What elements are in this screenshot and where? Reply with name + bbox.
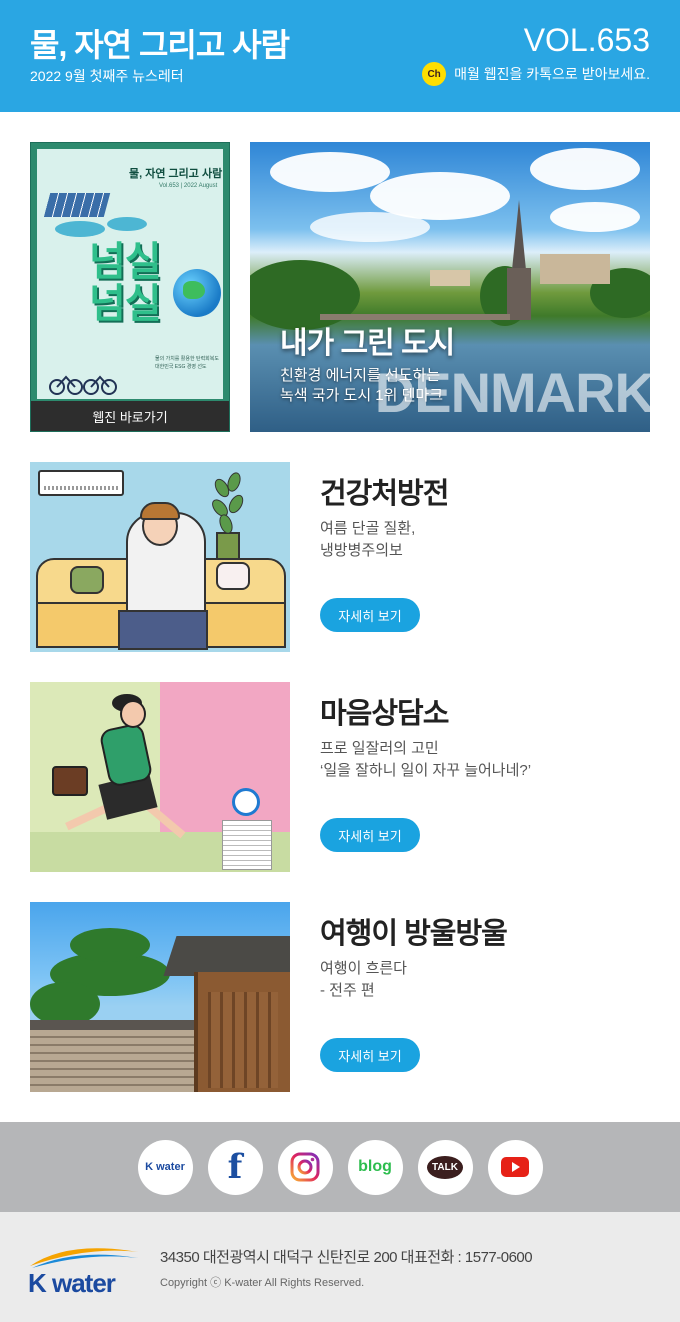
- hanok-roof: [163, 936, 290, 976]
- air-conditioner-icon: [38, 470, 124, 496]
- newsletter-date: 2022 9월 첫째주 뉴스레터: [30, 68, 184, 84]
- article-travel: 여행이 방울방울 여행이 흐른다 - 전주 편 자세히 보기: [30, 902, 650, 1092]
- head: [120, 700, 146, 728]
- jeans: [118, 610, 208, 650]
- church-tower: [507, 268, 531, 320]
- volume-number: VOL.653: [523, 22, 650, 58]
- kakao-channel-icon: Ch: [422, 62, 447, 86]
- plant-icon: [216, 532, 240, 560]
- footer: K water 34350 대전광역시 대덕구 신탄진로 200 대표전화 : …: [0, 1212, 680, 1322]
- facebook-icon[interactable]: f: [207, 1139, 263, 1195]
- kakaotalk-icon[interactable]: TALK: [417, 1139, 473, 1195]
- kwater-logo-text: K water: [28, 1268, 116, 1298]
- paper-stack-icon: [222, 820, 272, 870]
- hair: [140, 502, 180, 520]
- article-thumbnail-health[interactable]: [30, 462, 290, 652]
- kwater-home-icon[interactable]: K water: [137, 1139, 193, 1195]
- youtube-glyph: [501, 1157, 529, 1177]
- talk-glyph: TALK: [427, 1155, 463, 1179]
- article-counseling: 마음상담소 프로 일잘러의 고민 ‘일을 잘하니 일이 자꾸 늘어나네?’ 자세…: [30, 682, 650, 872]
- read-more-button[interactable]: 자세히 보기: [320, 818, 420, 852]
- article-thumbnail-counseling[interactable]: [30, 682, 290, 872]
- denmark-watermark: DENMARK: [374, 361, 650, 424]
- pillow: [70, 566, 104, 594]
- read-more-button[interactable]: 자세히 보기: [320, 1038, 420, 1072]
- cover-headline-line-2: 넘실: [89, 282, 162, 326]
- instagram-icon[interactable]: [277, 1139, 333, 1195]
- article-description: 프로 일잘러의 고민 ‘일을 잘하니 일이 자꾸 늘어나네?’: [320, 740, 532, 779]
- cover-headline: 넘실 넘실: [89, 240, 162, 326]
- running-woman-illustration: [98, 722, 154, 788]
- instagram-glyph: [290, 1152, 320, 1182]
- footer-address: 34350 대전광역시 대덕구 신탄진로 200 대표전화 : 1577-060…: [160, 1249, 533, 1266]
- church-spire: [512, 200, 526, 270]
- feature-denmark-banner[interactable]: 내가 그린 도시 친환경 에너지를 선도하는 녹색 국가 도시 1위 덴마크 D…: [250, 142, 650, 432]
- blog-icon[interactable]: blog: [347, 1139, 403, 1195]
- read-more-button[interactable]: 자세히 보기: [320, 598, 420, 632]
- cover-description: 물의 가치를 활용한 탄력회복도 대한민국 ESG 경영 선도: [155, 356, 219, 370]
- kwater-logo-wave-icon: [30, 1248, 138, 1268]
- article-description: 여행이 흐른다 - 전주 편: [320, 960, 407, 999]
- kwater-logo: K water: [28, 1242, 138, 1302]
- cover-title: 물, 자연 그리고 사람: [129, 168, 223, 180]
- cover-vol: Vol.653 | 2022 August: [159, 183, 218, 189]
- leaf: [224, 470, 244, 494]
- webzine-cover-image: 물, 자연 그리고 사람 Vol.653 | 2022 August 넘실 넘실…: [37, 149, 223, 399]
- facebook-glyph: f: [227, 1147, 243, 1187]
- footer-copyright: Copyright ⓒ K-water All Rights Reserved.: [160, 1277, 365, 1289]
- webzine-shortcut-label: 웹진 바로가기: [31, 401, 229, 431]
- globe-icon: [173, 269, 221, 317]
- kakao-subscribe-link[interactable]: Ch 매월 웹진을 카톡으로 받아보세요.: [422, 62, 650, 86]
- social-links-bar: K water f blog TALK: [0, 1122, 680, 1212]
- article-title: 건강처방전: [320, 478, 449, 510]
- article-title: 여행이 방울방울: [320, 918, 508, 950]
- youtube-icon[interactable]: [487, 1139, 543, 1195]
- article-thumbnail-travel[interactable]: [30, 902, 290, 1092]
- water-tank-illustration: [107, 217, 147, 231]
- article-health: 건강처방전 여름 단골 질환, 냉방병주의보 자세히 보기: [30, 462, 650, 652]
- article-description: 여름 단골 질환, 냉방병주의보: [320, 520, 416, 559]
- briefcase-icon: [52, 766, 88, 796]
- pillow: [216, 562, 250, 590]
- pine-tree: [70, 928, 150, 962]
- water-tank-illustration: [55, 221, 105, 237]
- article-title: 마음상담소: [320, 698, 449, 730]
- alarm-clock-icon: [232, 788, 260, 816]
- kwater-icon-label: K water: [145, 1161, 185, 1173]
- newsletter-title: 물, 자연 그리고 사람: [30, 27, 290, 63]
- solar-panel-illustration: [43, 193, 111, 217]
- kakao-subscribe-text: 매월 웹진을 카톡으로 받아보세요.: [454, 66, 650, 82]
- feature-title: 내가 그린 도시: [280, 327, 455, 360]
- bicycle-icon: [49, 375, 117, 395]
- blog-glyph: blog: [358, 1158, 392, 1175]
- leaf: [225, 492, 247, 516]
- hanok-gate: [194, 972, 290, 1092]
- header: 물, 자연 그리고 사람 2022 9월 첫째주 뉴스레터 VOL.653 Ch…: [0, 0, 680, 112]
- cover-headline-line-1: 넘실: [89, 240, 162, 284]
- webzine-cover-link[interactable]: 물, 자연 그리고 사람 Vol.653 | 2022 August 넘실 넘실…: [30, 142, 230, 432]
